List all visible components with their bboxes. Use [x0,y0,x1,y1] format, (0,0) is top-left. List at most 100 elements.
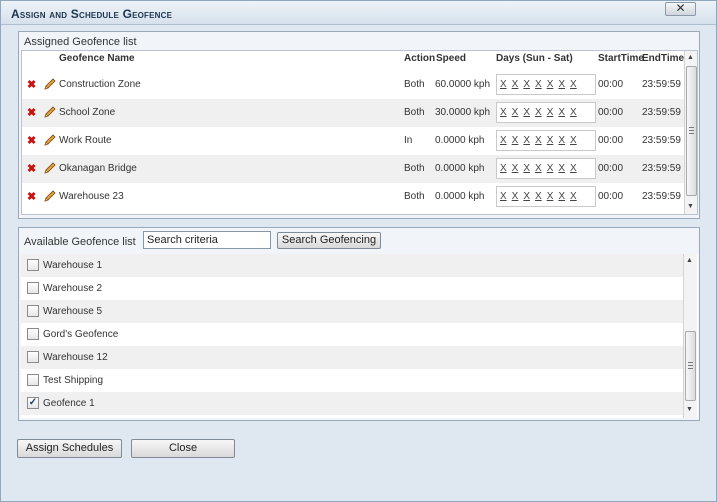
day-checkbox[interactable]: X [523,191,530,202]
day-checkbox[interactable]: X [523,135,530,146]
day-checkbox[interactable]: X [570,79,577,90]
scroll-up-arrow-icon[interactable]: ▲ [687,54,694,62]
geofence-checkbox[interactable] [27,351,39,363]
geofence-checkbox[interactable] [27,282,39,294]
days-selector[interactable]: XXXXXXX [496,130,596,151]
day-checkbox[interactable]: X [512,107,519,118]
available-list-item[interactable]: Warehouse 2 [21,277,685,300]
available-list-item[interactable]: ✓ Geofence 1 [21,392,685,415]
day-checkbox[interactable]: X [512,163,519,174]
header-action: Action [404,53,436,64]
assigned-geofence-panel: Assigned Geofence list Geofence Name Act… [18,31,700,219]
day-checkbox[interactable]: X [547,135,554,146]
header-end-time: EndTime [642,53,685,64]
day-checkbox[interactable]: X [570,107,577,118]
available-list-item[interactable]: Gord's Geofence [21,323,685,346]
available-geofence-label: Warehouse 2 [43,283,103,294]
start-time: 00:00 [598,79,624,90]
pencil-edit-icon[interactable] [43,161,57,175]
day-checkbox[interactable]: X [500,135,507,146]
scroll-up-arrow-icon[interactable]: ▲ [686,257,693,265]
start-time: 00:00 [598,107,624,118]
geofence-checkbox[interactable] [27,328,39,340]
search-input[interactable] [143,231,271,249]
day-checkbox[interactable]: X [500,107,507,118]
day-checkbox[interactable]: X [535,163,542,174]
end-time: 23:59:59 [642,107,681,118]
assigned-scrollbar[interactable]: ▲ ▼ [684,51,697,214]
search-geofencing-button[interactable]: Search Geofencing [277,232,381,249]
day-checkbox[interactable]: X [570,163,577,174]
assigned-row: ✖ Construction Zone Both 60.0000 kph X X X X X X X… [22,71,686,99]
day-checkbox[interactable]: X [512,79,519,90]
delete-x-icon[interactable]: ✖ [27,136,37,147]
day-checkbox[interactable]: X [570,135,577,146]
day-checkbox[interactable]: X [558,79,565,90]
start-time: 00:00 [598,163,624,174]
day-checkbox[interactable]: X [523,107,530,118]
days-selector[interactable]: XXXXXXX [496,74,596,95]
available-scrollbar[interactable]: ▲ ▼ [683,254,697,418]
available-geofence-panel: Available Geofence list Search Geofencin… [18,227,700,421]
available-geofence-label: Warehouse 1 [43,260,103,271]
geofence-checkbox[interactable] [27,374,39,386]
day-checkbox[interactable]: X [523,163,530,174]
available-grid: Warehouse 1 Warehouse 2 Warehouse 5 Gord's … [21,254,698,418]
geofence-checkbox[interactable] [27,259,39,271]
day-checkbox[interactable]: X [500,163,507,174]
day-checkbox[interactable]: X [558,191,565,202]
available-list-item[interactable]: Warehouse 12 [21,346,685,369]
day-checkbox[interactable]: X [500,191,507,202]
day-checkbox[interactable]: X [535,79,542,90]
available-list-item[interactable]: Warehouse 5 [21,300,685,323]
days-selector[interactable]: XXXXXXX [496,186,596,207]
geofence-checkbox[interactable]: ✓ [27,397,39,409]
pencil-edit-icon[interactable] [43,105,57,119]
scroll-down-arrow-icon[interactable]: ▼ [687,203,694,211]
delete-x-icon[interactable]: ✖ [27,164,37,175]
days-selector[interactable]: XXXXXXX [496,102,596,123]
header-geofence-name: Geofence Name [59,53,135,64]
geofence-name: Okanagan Bridge [59,163,137,174]
day-checkbox[interactable]: X [558,163,565,174]
day-checkbox[interactable]: X [512,191,519,202]
day-checkbox[interactable]: X [558,107,565,118]
end-time: 23:59:59 [642,79,681,90]
pencil-edit-icon[interactable] [43,77,57,91]
delete-x-icon[interactable]: ✖ [27,192,37,203]
assign-schedules-button[interactable]: Assign Schedules [17,439,122,458]
day-checkbox[interactable]: X [535,191,542,202]
day-checkbox[interactable]: X [570,191,577,202]
day-checkbox[interactable]: X [547,107,554,118]
days-selector[interactable]: XXXXXXX [496,158,596,179]
day-checkbox[interactable]: X [535,135,542,146]
delete-x-icon[interactable]: ✖ [27,80,37,91]
available-list-item[interactable]: Warehouse 1 [21,254,685,277]
day-checkbox[interactable]: X [500,79,507,90]
header-days: Days (Sun - Sat) [496,53,573,64]
day-checkbox[interactable]: X [547,191,554,202]
pencil-edit-icon[interactable] [43,133,57,147]
action-value: Both [404,79,425,90]
action-value: Both [404,163,425,174]
close-button[interactable]: Close [131,439,235,458]
geofence-checkbox[interactable] [27,305,39,317]
day-checkbox[interactable]: X [535,107,542,118]
speed-value: 0.0000 kph [435,135,485,146]
scroll-down-arrow-icon[interactable]: ▼ [686,406,693,414]
available-panel-title: Available Geofence list [24,236,136,248]
assign-schedule-dialog: Assign and Schedule Geofence ✕ Assigned … [0,0,717,502]
assigned-scroll-thumb[interactable] [686,66,697,196]
available-list-item[interactable]: Test Shipping [21,369,685,392]
day-checkbox[interactable]: X [547,163,554,174]
delete-x-icon[interactable]: ✖ [27,108,37,119]
available-scroll-thumb[interactable] [685,331,696,401]
day-checkbox[interactable]: X [558,135,565,146]
speed-value: 30.0000 kph [435,107,491,118]
geofence-name: School Zone [59,107,116,118]
day-checkbox[interactable]: X [523,79,530,90]
pencil-edit-icon[interactable] [43,189,57,203]
close-icon[interactable]: ✕ [665,2,696,16]
day-checkbox[interactable]: X [547,79,554,90]
day-checkbox[interactable]: X [512,135,519,146]
